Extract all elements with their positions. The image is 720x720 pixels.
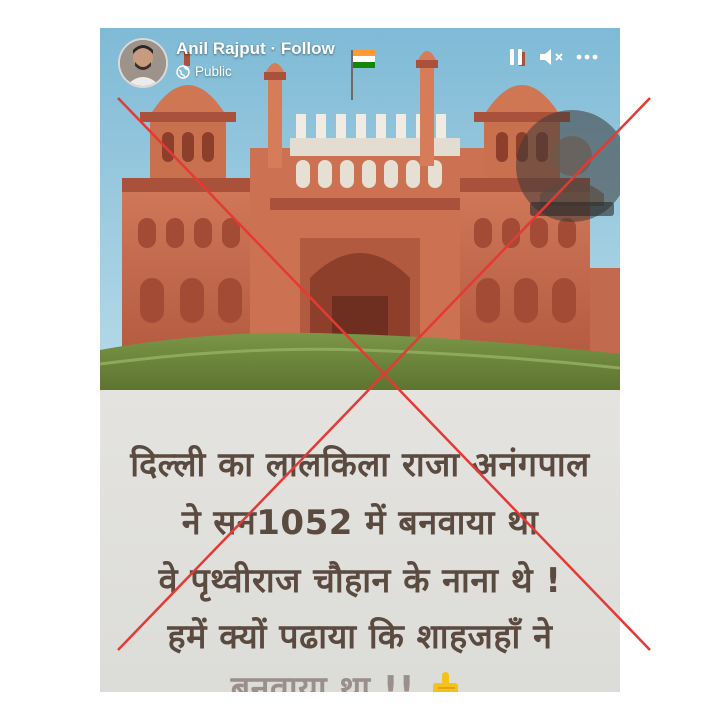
caption-line-1: दिल्ली का लालकिला राजा अनंगपाल xyxy=(130,445,590,485)
author-name[interactable]: Anil Rajput xyxy=(176,39,266,58)
caption-line-5-text: बनवाया था !! xyxy=(230,669,415,692)
caption-line-2: ने सन1052 में बनवाया था xyxy=(181,503,539,543)
post-header: Anil Rajput · Follow Public xyxy=(100,28,620,108)
video-post-frame[interactable]: दिल्ली का लालकिला राजा अनंगपाल ने सन1052… xyxy=(100,28,620,692)
speaker-muted-icon[interactable] xyxy=(538,47,566,67)
more-horizontal-icon[interactable] xyxy=(576,48,598,66)
pause-icon[interactable] xyxy=(508,48,524,66)
avatar-photo xyxy=(120,40,166,86)
channel-watermark-logo xyxy=(516,110,620,222)
video-caption-overlay: दिल्ली का लालकिला राजा अनंगपाल ने सन1052… xyxy=(100,390,620,692)
privacy-indicator: Public xyxy=(176,64,232,79)
caption-line-4: हमें क्यों पढाया कि शाहजहाँ ने xyxy=(167,617,553,657)
avatar[interactable] xyxy=(118,38,168,88)
follow-button[interactable]: Follow xyxy=(281,39,335,58)
globe-icon xyxy=(176,64,190,79)
author-follow-line: Anil Rajput · Follow xyxy=(176,39,335,59)
privacy-label: Public xyxy=(195,64,232,79)
caption-line-3: वे पृथ्वीराज चौहान के नाना थे ! xyxy=(158,561,562,601)
pointing-up-hand-icon xyxy=(433,672,459,692)
caption-line-5: बनवाया था !! xyxy=(100,664,606,692)
separator-dot: · xyxy=(270,39,277,58)
